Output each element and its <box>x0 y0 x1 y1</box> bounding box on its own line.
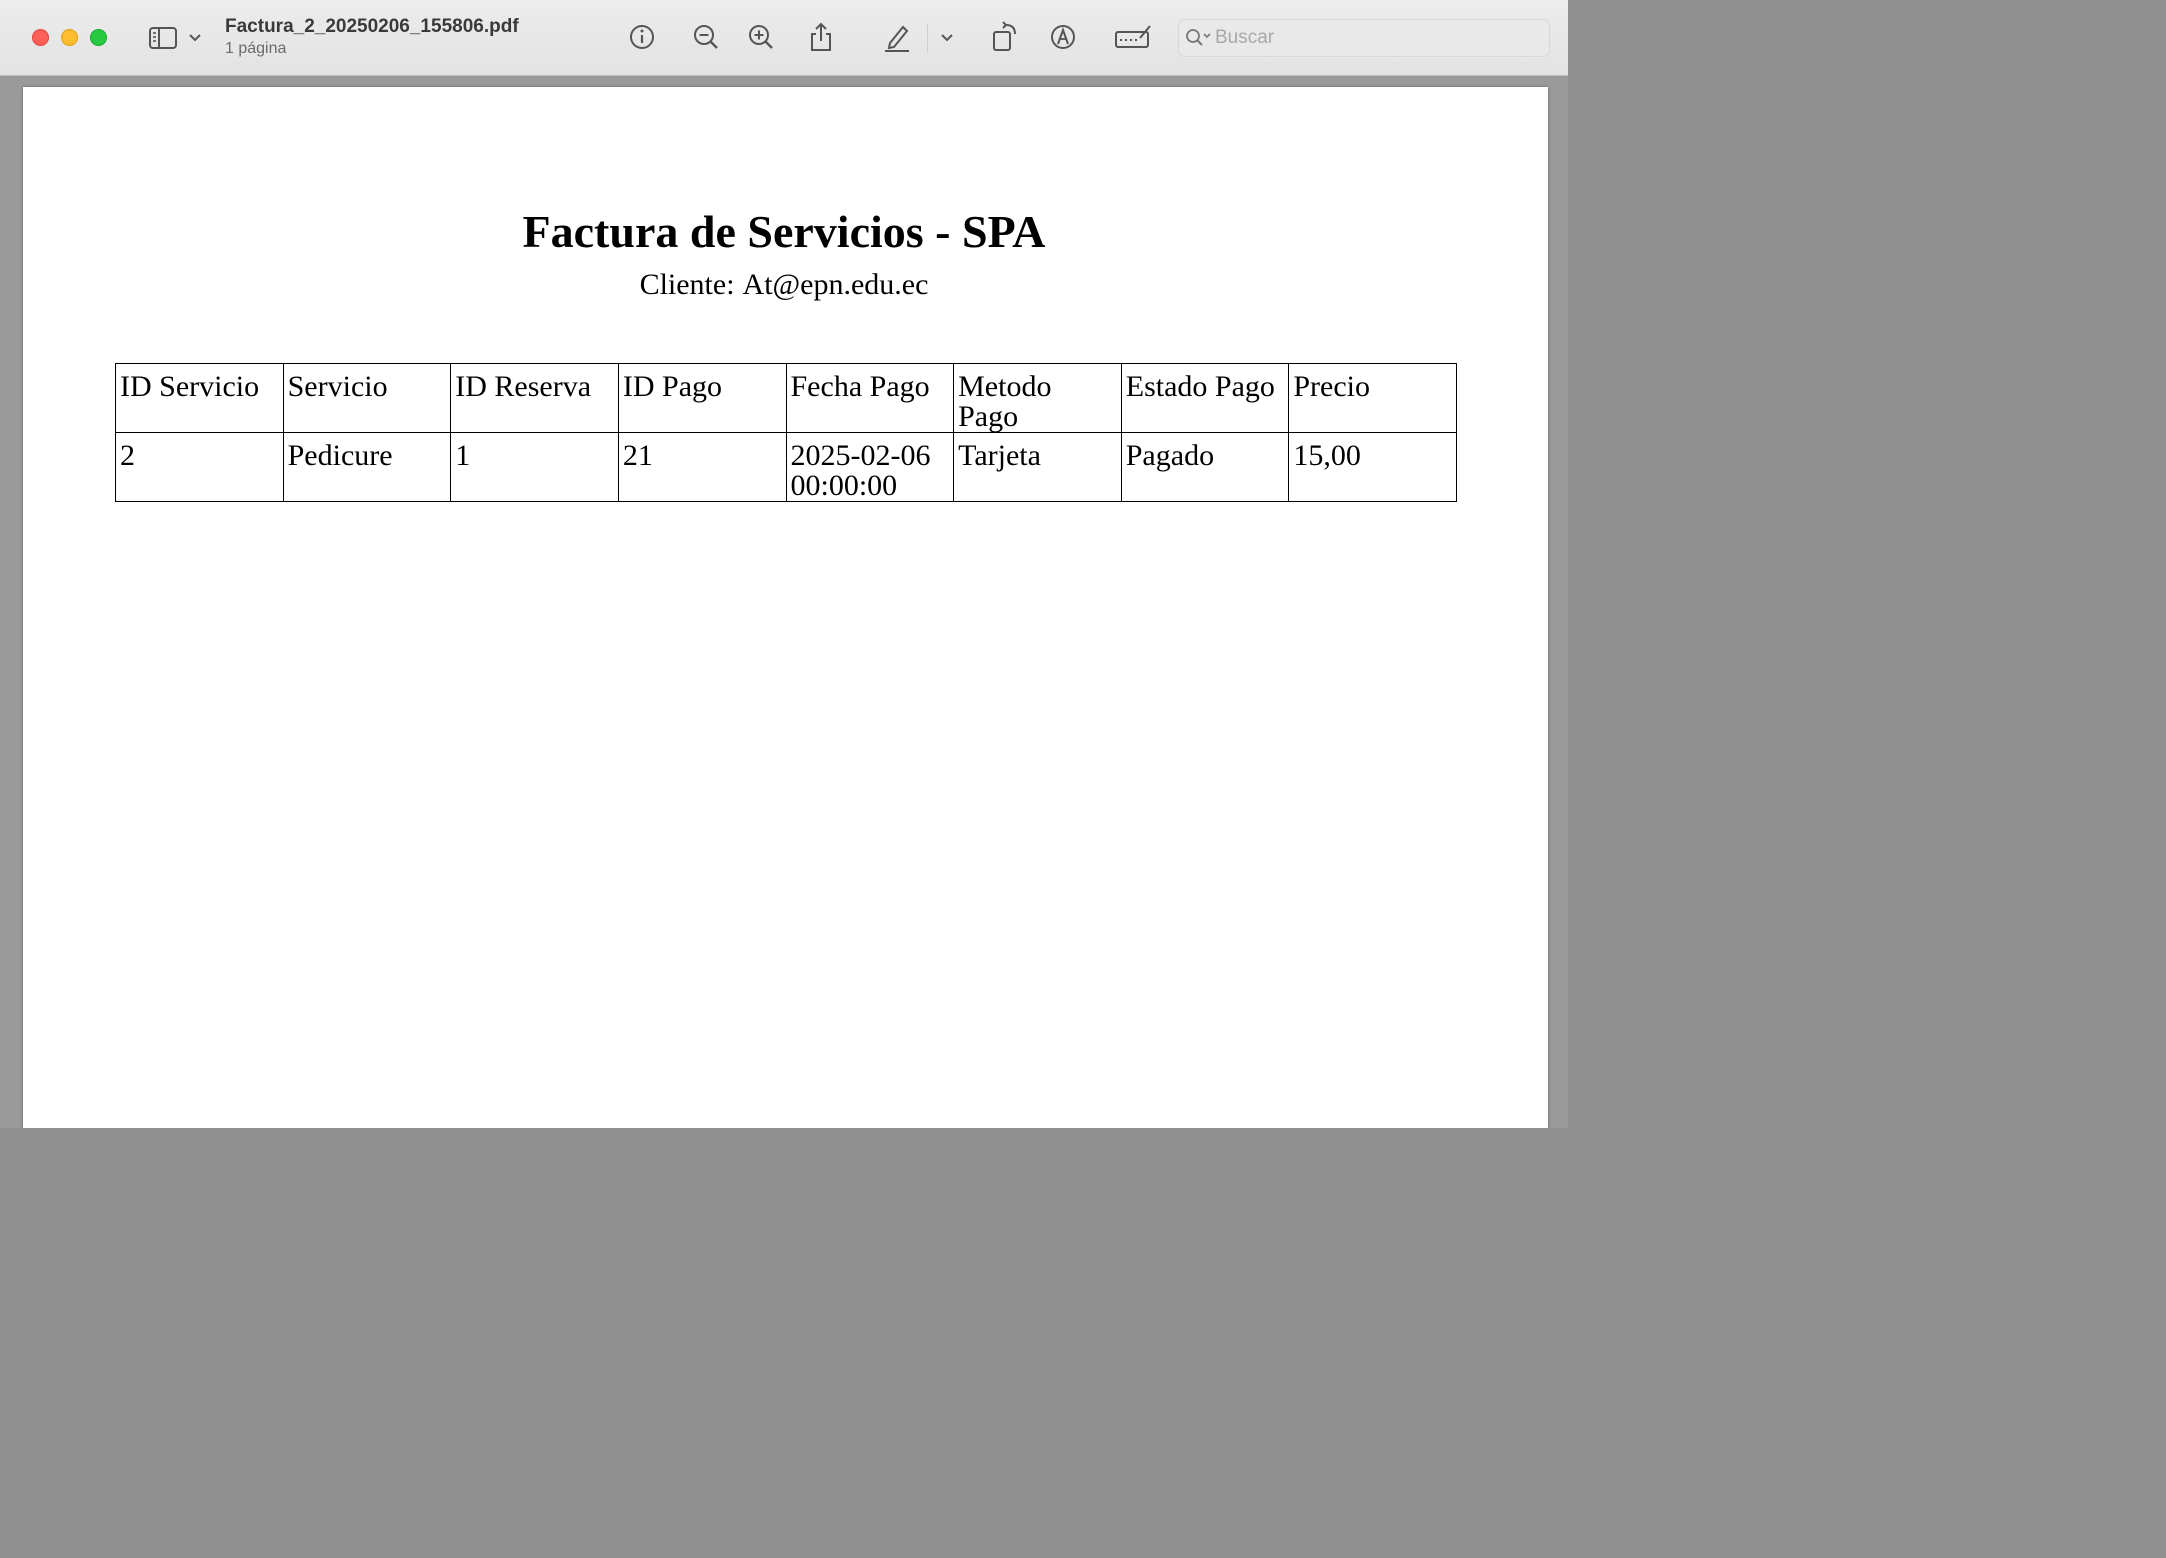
chevron-down-icon[interactable] <box>938 30 956 46</box>
column-header: Estado Pago <box>1120 363 1290 433</box>
table-cell: 2025-02-06 00:00:00 <box>785 432 955 502</box>
share-icon[interactable] <box>806 20 836 54</box>
sidebar-icon[interactable] <box>146 24 180 52</box>
preview-window: Factura_2_20250206_155806.pdf 1 página B… <box>0 0 1568 1128</box>
chevron-down-icon[interactable] <box>186 30 204 46</box>
markup-icon[interactable] <box>1048 22 1078 52</box>
signature-icon[interactable] <box>1113 22 1153 52</box>
toolbar-separator <box>927 24 928 52</box>
document-title: Factura_2_20250206_155806.pdf <box>225 16 519 37</box>
rotate-icon[interactable] <box>989 20 1021 54</box>
client-email: At@epn.edu.ec <box>742 268 929 301</box>
table-row: 2 Pedicure 1 21 2025-02-06 00:00:00 Tarj… <box>115 432 1457 502</box>
search-field[interactable] <box>1178 19 1550 57</box>
column-header: ID Servicio <box>115 363 284 433</box>
search-input[interactable] <box>1215 24 1535 52</box>
table-cell: 21 <box>617 432 787 502</box>
search-icon <box>1185 28 1213 53</box>
table-cell: 1 <box>450 432 619 502</box>
column-header: Metodo Pago <box>953 363 1122 433</box>
column-header: Fecha Pago <box>785 363 955 433</box>
page-count: 1 página <box>225 40 287 57</box>
info-icon[interactable] <box>627 22 657 52</box>
table-cell: Pedicure <box>282 432 452 502</box>
table-cell: 2 <box>115 432 284 502</box>
column-header: ID Pago <box>617 363 787 433</box>
close-button[interactable] <box>32 29 49 46</box>
zoom-in-icon[interactable] <box>746 22 776 52</box>
highlight-pen-icon[interactable] <box>881 20 913 54</box>
table-cell: Pagado <box>1120 432 1290 502</box>
invoice-title: Factura de Servicios - SPA <box>522 206 1046 257</box>
column-header: ID Reserva <box>450 363 619 433</box>
zoom-button[interactable] <box>90 29 107 46</box>
client-label: Cliente: <box>639 268 735 301</box>
column-header: Precio <box>1288 363 1457 433</box>
toolbar: Factura_2_20250206_155806.pdf 1 página <box>0 0 1568 76</box>
minimize-button[interactable] <box>61 29 78 46</box>
table-cell: Tarjeta <box>953 432 1122 502</box>
table-cell: 15,00 <box>1288 432 1457 502</box>
zoom-out-icon[interactable] <box>691 22 721 52</box>
column-header: Servicio <box>282 363 452 433</box>
table-header-row: ID Servicio Servicio ID Reserva ID Pago … <box>115 363 1457 433</box>
invoice-table: ID Servicio Servicio ID Reserva ID Pago … <box>115 363 1457 502</box>
invoice-client: Cliente: At@epn.edu.ec <box>0 266 1568 304</box>
